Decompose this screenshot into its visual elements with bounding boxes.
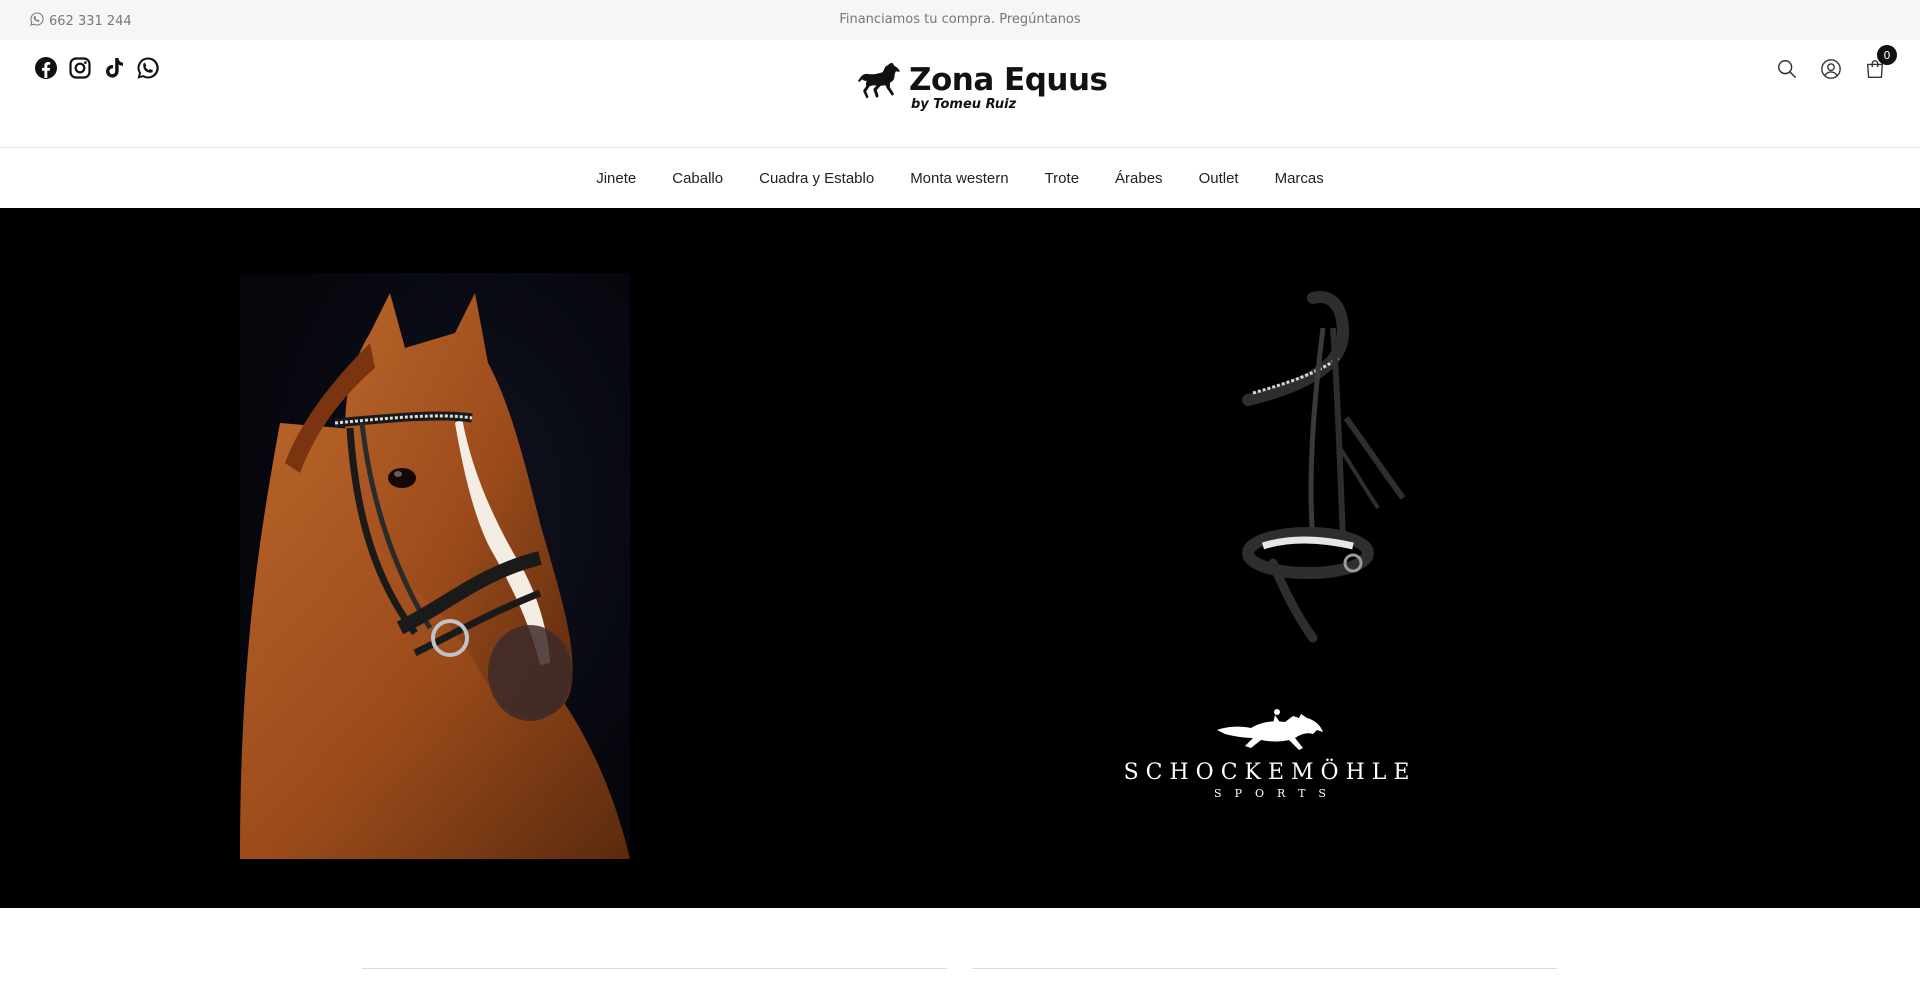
bridle-product-image	[1228, 288, 1428, 643]
account-icon[interactable]	[1820, 58, 1842, 80]
announcement-bar: 662 331 244 Financiamos tu compra. Pregú…	[0, 0, 1920, 40]
nav-item-monta-western[interactable]: Monta western	[892, 170, 1026, 187]
nav-item-cuadra-y-establo[interactable]: Cuadra y Establo	[741, 170, 892, 187]
site-logo[interactable]: Zona Equus by Tomeu Ruiz	[855, 62, 1108, 112]
site-header: Zona Equus by Tomeu Ruiz 0	[0, 40, 1920, 148]
nav-item-marcas[interactable]: Marcas	[1257, 170, 1342, 187]
logo-subtitle: by Tomeu Ruiz	[911, 97, 1017, 112]
nav-item-caballo[interactable]: Caballo	[654, 170, 741, 187]
brand-logo-name: SCHOCKEMÖHLE	[1123, 760, 1417, 785]
main-nav: Jinete Caballo Cuadra y Establo Monta we…	[0, 149, 1920, 208]
header-actions: 0	[1776, 45, 1897, 80]
hero-banner[interactable]: SCHOCKEMÖHLE SPORTS	[0, 208, 1920, 908]
search-icon[interactable]	[1776, 58, 1798, 80]
nav-item-trote[interactable]: Trote	[1027, 170, 1097, 187]
card-divider	[972, 968, 1557, 969]
nav-item-arabes[interactable]: Árabes	[1097, 170, 1181, 187]
cart-count-badge: 0	[1877, 45, 1897, 65]
content-area	[0, 908, 1920, 993]
brand-logo-subtitle: SPORTS	[1214, 787, 1339, 800]
social-links	[34, 56, 160, 80]
nav-item-outlet[interactable]: Outlet	[1181, 170, 1257, 187]
horse-photo	[240, 273, 630, 859]
cart-icon[interactable]: 0	[1864, 45, 1897, 80]
facebook-icon[interactable]	[34, 56, 58, 80]
logo-name: Zona Equus	[909, 62, 1108, 98]
whatsapp-icon[interactable]	[136, 56, 160, 80]
nav-item-jinete[interactable]: Jinete	[578, 170, 654, 187]
card-divider	[362, 968, 947, 969]
schockemohle-logo[interactable]: SCHOCKEMÖHLE SPORTS	[1120, 708, 1420, 800]
tiktok-icon[interactable]	[102, 56, 126, 80]
jumping-horse-icon	[1217, 709, 1323, 750]
promo-text[interactable]: Financiamos tu compra. Pregúntanos	[0, 12, 1920, 27]
horse-logo-icon	[855, 62, 901, 108]
instagram-icon[interactable]	[68, 56, 92, 80]
